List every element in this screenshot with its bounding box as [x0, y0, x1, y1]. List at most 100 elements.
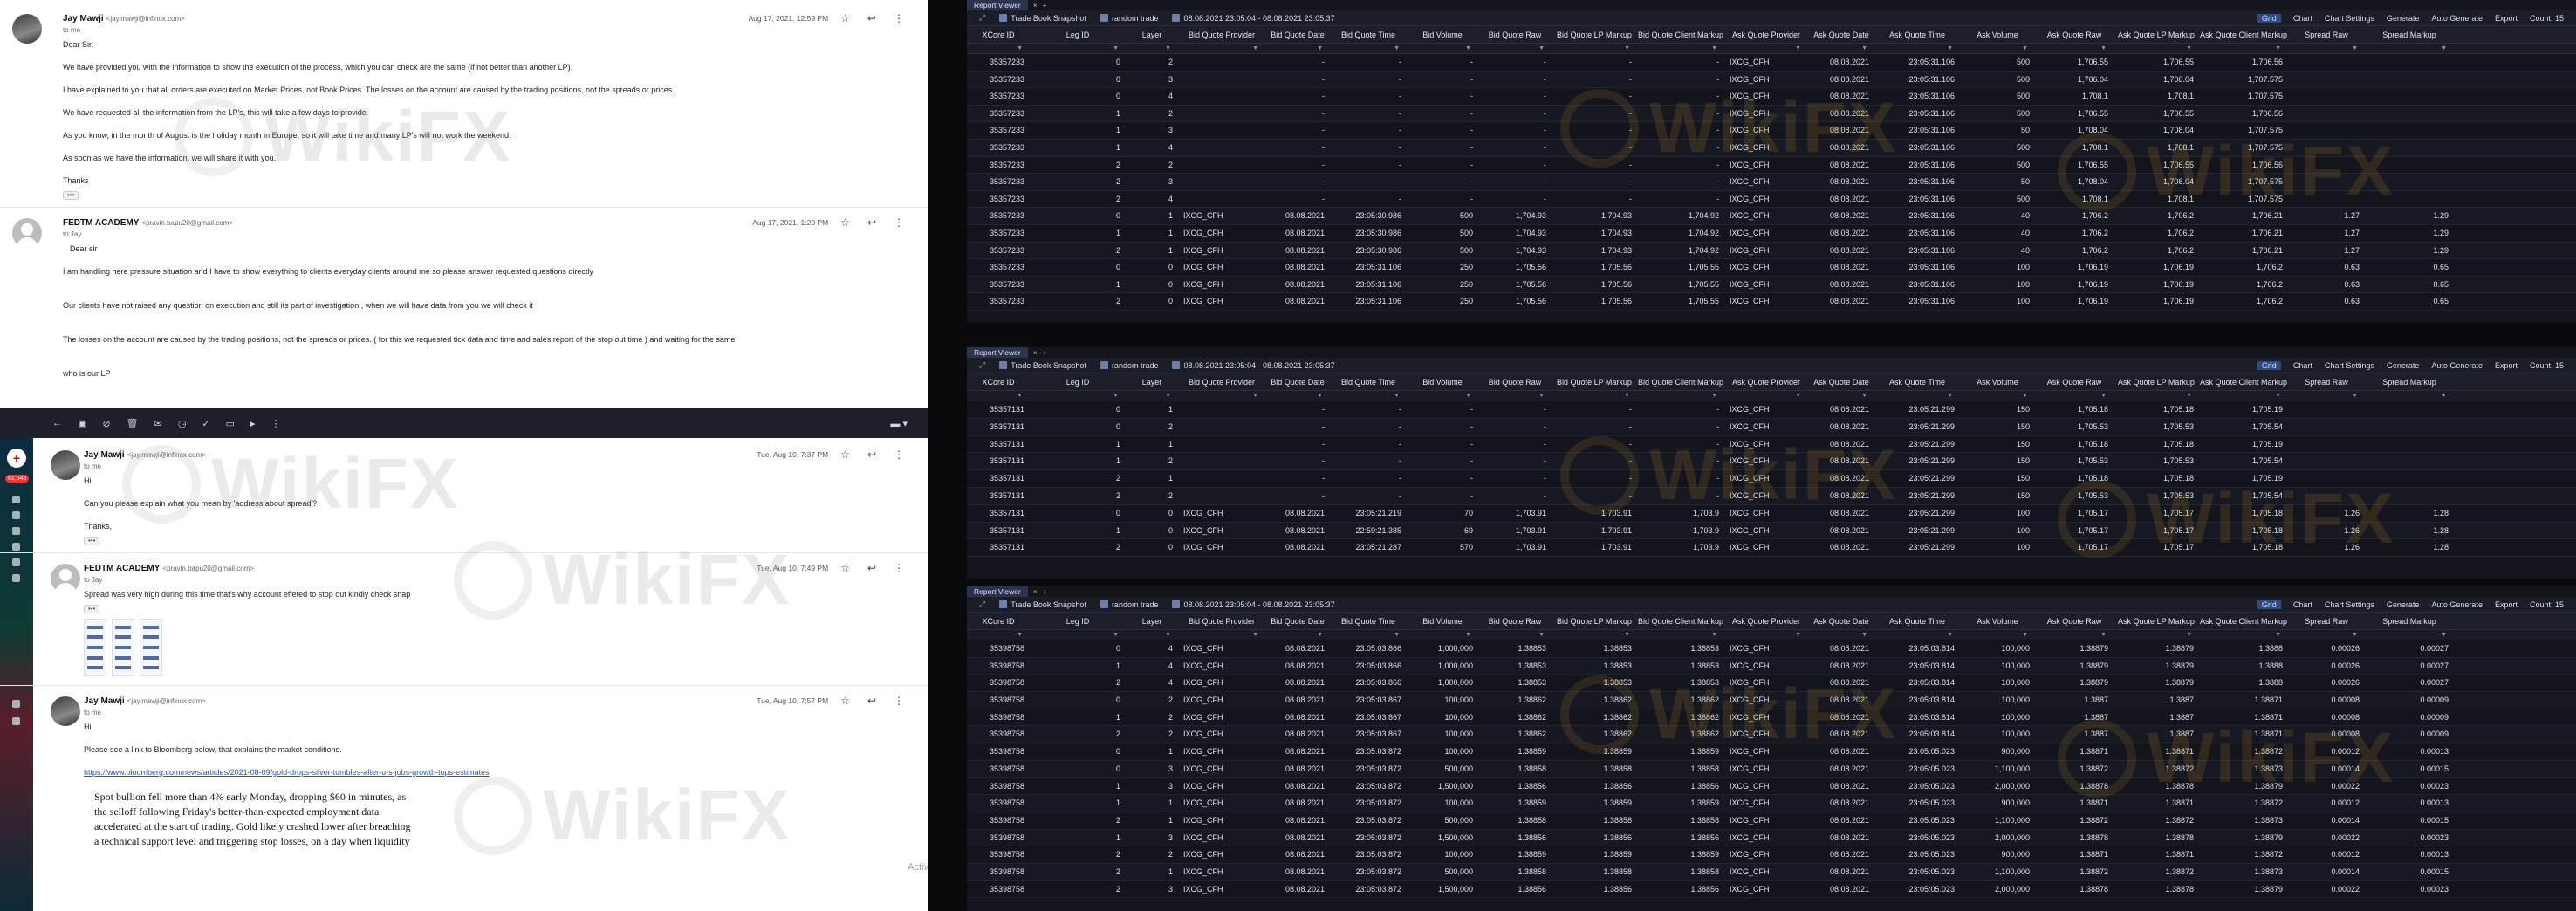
more-vert-icon[interactable]: ⋮: [894, 449, 904, 461]
table-row[interactable]: 35357233 2 4 - - - - - - IXCG_CFH 08.08.2021 23:05:…: [967, 191, 2576, 209]
chart-toggle[interactable]: Chart: [2293, 14, 2312, 23]
filter-icon[interactable]: ▼: [1407, 630, 1478, 640]
date-range-field[interactable]: 08.08.2021 23:05:04 - 08.08.2021 23:05:3…: [1172, 600, 1335, 609]
table-row[interactable]: 35357233 1 4 - - - - - - IXCG_CFH 08.08.2021 23:05:…: [967, 139, 2576, 157]
recipient-line[interactable]: to me: [63, 26, 904, 34]
column-header[interactable]: Ask Quote Date: [1808, 373, 1874, 390]
table-row[interactable]: 35357233 0 4 - - - - - - IXCG_CFH 08.08.2021 23:05:…: [967, 88, 2576, 106]
column-header[interactable]: Spread Markup: [2365, 613, 2454, 629]
more-vert-icon[interactable]: ⋮: [894, 12, 904, 24]
filter-icon[interactable]: ▼: [1407, 391, 1478, 401]
export-button[interactable]: Export: [2495, 14, 2518, 23]
filter-icon[interactable]: ▼: [1030, 391, 1126, 401]
recipient-line[interactable]: to me: [84, 462, 904, 470]
grid-toggle[interactable]: Grid: [2257, 13, 2281, 23]
report-spam-icon[interactable]: ⊘: [102, 418, 110, 429]
table-row[interactable]: 35398758 2 2 IXCG_CFH 08.08.2021 23:05:03.867…: [967, 726, 2576, 744]
filter-icon[interactable]: ▼: [2114, 391, 2199, 401]
column-header[interactable]: Layer: [1126, 26, 1178, 43]
report-viewer-tab[interactable]: Report Viewer: [967, 347, 1028, 358]
column-header[interactable]: Bid Quote Raw: [1478, 613, 1552, 629]
filter-icon[interactable]: ▼: [1637, 44, 1724, 53]
star-icon[interactable]: ☆: [840, 449, 850, 461]
filter-icon[interactable]: ▼: [2035, 630, 2114, 640]
more-vert-icon[interactable]: ⋮: [894, 562, 904, 574]
column-header[interactable]: Bid Quote Date: [1265, 26, 1330, 43]
column-header[interactable]: Ask Quote Provider: [1724, 26, 1808, 43]
column-header[interactable]: Spread Raw: [2288, 373, 2365, 390]
column-header[interactable]: Ask Quote Raw: [2035, 26, 2114, 43]
column-header[interactable]: Ask Volume: [1960, 26, 2035, 43]
filter-icon[interactable]: ▼: [1808, 44, 1874, 53]
reply-icon[interactable]: ↩: [867, 695, 876, 707]
expand-icon[interactable]: ⤢: [979, 13, 985, 23]
grid-toggle[interactable]: Grid: [2257, 599, 2281, 609]
reply-icon[interactable]: ↩: [867, 12, 876, 24]
reply-icon[interactable]: ↩: [867, 449, 876, 461]
filter-icon[interactable]: ▼: [1178, 391, 1265, 401]
table-row[interactable]: 35357233 2 1 IXCG_CFH 08.08.2021 23:05:30.986…: [967, 242, 2576, 260]
column-header[interactable]: Spread Raw: [2288, 26, 2365, 43]
filter-icon[interactable]: ▼: [2365, 391, 2454, 401]
column-header[interactable]: Bid Quote Provider: [1178, 26, 1265, 43]
column-header[interactable]: Bid Volume: [1407, 26, 1478, 43]
star-icon[interactable]: ☆: [840, 562, 850, 574]
export-button[interactable]: Export: [2495, 600, 2518, 609]
column-header[interactable]: Ask Quote Time: [1874, 373, 1960, 390]
table-row[interactable]: 35398758 0 2 IXCG_CFH 08.08.2021 23:05:03.867…: [967, 692, 2576, 709]
close-icon[interactable]: ×: [1033, 587, 1038, 596]
recipient-line[interactable]: to me: [84, 709, 904, 716]
add-tab-icon[interactable]: +: [1043, 1, 1047, 10]
add-tab-icon[interactable]: +: [1043, 348, 1047, 357]
column-header[interactable]: Ask Volume: [1960, 613, 2035, 629]
table-row[interactable]: 35357233 1 0 IXCG_CFH 08.08.2021 23:05:31.106…: [967, 276, 2576, 294]
filter-icon[interactable]: ▼: [1330, 44, 1407, 53]
column-header[interactable]: Ask Quote Date: [1808, 26, 1874, 43]
table-row[interactable]: 35398758 2 1 IXCG_CFH 08.08.2021 23:05:03.872…: [967, 812, 2576, 830]
chart-settings-button[interactable]: Chart Settings: [2325, 600, 2374, 609]
close-icon[interactable]: ×: [1033, 1, 1038, 10]
filter-icon[interactable]: ▼: [1030, 44, 1126, 53]
table-row[interactable]: 35357131 2 2 - - - - - - IXCG_CFH 08.08.2021 23:05:…: [967, 487, 2576, 505]
random-trade-button[interactable]: random trade: [1100, 361, 1158, 370]
table-row[interactable]: 35398758 1 1 IXCG_CFH 08.08.2021 23:05:03.872…: [967, 795, 2576, 812]
column-header[interactable]: Leg ID: [1030, 26, 1126, 43]
input-tools-icon[interactable]: ▬ ▾: [890, 418, 908, 429]
add-tab-icon[interactable]: +: [1043, 587, 1047, 596]
column-header[interactable]: XCore ID: [967, 26, 1030, 43]
column-header[interactable]: Ask Quote Date: [1808, 613, 1874, 629]
table-row[interactable]: 35357233 0 1 IXCG_CFH 08.08.2021 23:05:30.986…: [967, 208, 2576, 225]
generate-button[interactable]: Generate: [2387, 14, 2420, 23]
filter-icon[interactable]: ▼: [1030, 630, 1126, 640]
filter-icon[interactable]: ▼: [2114, 44, 2199, 53]
filter-icon[interactable]: ▼: [1808, 630, 1874, 640]
table-row[interactable]: 35357131 1 1 - - - - - - IXCG_CFH 08.08.2021 23:05:…: [967, 436, 2576, 454]
column-header[interactable]: Bid Quote Raw: [1478, 373, 1552, 390]
table-row[interactable]: 35398758 1 3 IXCG_CFH 08.08.2021 23:05:03.872…: [967, 829, 2576, 847]
table-row[interactable]: 35398758 0 3 IXCG_CFH 08.08.2021 23:05:03.872…: [967, 760, 2576, 778]
star-icon[interactable]: ☆: [840, 12, 850, 24]
column-header[interactable]: Bid Quote Provider: [1178, 373, 1265, 390]
filter-icon[interactable]: ▼: [2288, 630, 2365, 640]
column-header[interactable]: Bid Quote Client Markup: [1637, 373, 1724, 390]
grid-toggle[interactable]: Grid: [2257, 360, 2281, 370]
auto-generate-button[interactable]: Auto Generate: [2431, 14, 2483, 23]
auto-generate-button[interactable]: Auto Generate: [2431, 600, 2483, 609]
table-row[interactable]: 35357233 1 1 IXCG_CFH 08.08.2021 23:05:30.986…: [967, 225, 2576, 243]
filter-icon[interactable]: ▼: [1552, 44, 1637, 53]
table-row[interactable]: 35357131 0 0 IXCG_CFH 08.08.2021 23:05:21.219…: [967, 505, 2576, 523]
filter-icon[interactable]: ▼: [1552, 630, 1637, 640]
column-header[interactable]: Ask Quote LP Markup: [2114, 373, 2199, 390]
random-trade-button[interactable]: random trade: [1100, 600, 1158, 609]
more-vert-icon[interactable]: ⋮: [894, 695, 904, 707]
auto-generate-button[interactable]: Auto Generate: [2431, 361, 2483, 370]
column-header[interactable]: Ask Quote Time: [1874, 26, 1960, 43]
table-row[interactable]: 35398758 0 1 IXCG_CFH 08.08.2021 23:05:03.872…: [967, 743, 2576, 761]
filter-icon[interactable]: ▼: [2114, 630, 2199, 640]
column-header[interactable]: Bid Quote LP Markup: [1552, 26, 1637, 43]
column-header[interactable]: Ask Volume: [1960, 373, 2035, 390]
table-row[interactable]: 35357233 1 2 - - - - - - IXCG_CFH 08.08.2021 23:05:…: [967, 105, 2576, 123]
column-header[interactable]: Bid Quote Client Markup: [1637, 613, 1724, 629]
table-row[interactable]: 35357233 0 2 - - - - - - IXCG_CFH 08.08.2021 23:05:…: [967, 54, 2576, 72]
column-header[interactable]: Bid Volume: [1407, 373, 1478, 390]
